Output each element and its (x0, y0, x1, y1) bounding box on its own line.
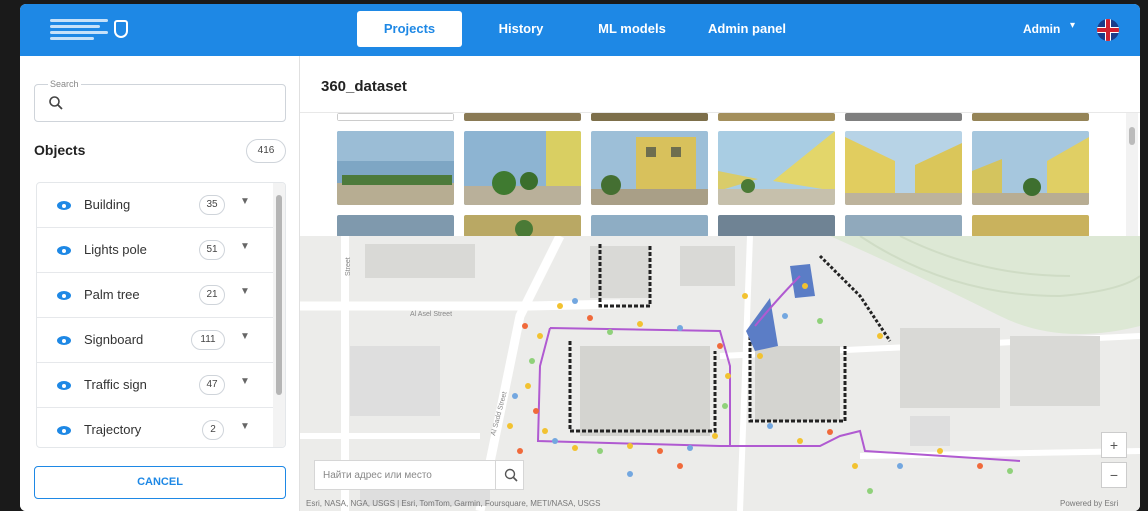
item-count: 47 (199, 375, 225, 395)
item-count: 21 (199, 285, 225, 305)
search-input[interactable] (34, 84, 286, 122)
objects-total-badge: 416 (246, 139, 286, 163)
page-title: 360_dataset (321, 78, 407, 95)
tab-history[interactable]: History (490, 11, 552, 47)
image-thumbnail[interactable] (718, 215, 835, 236)
eye-icon[interactable] (57, 381, 71, 390)
zoom-out-button[interactable]: − (1101, 462, 1127, 488)
item-label: Building (84, 197, 131, 212)
map-search-input[interactable]: Найти адрес или место (314, 460, 524, 490)
list-item-signboard[interactable]: Signboard 111 ▼ (37, 318, 273, 363)
image-thumbnail[interactable] (718, 113, 835, 121)
list-item-trajectory[interactable]: Trajectory 2 ▼ (37, 408, 273, 447)
chevron-down-icon[interactable]: ▼ (240, 376, 250, 387)
tab-ml-models[interactable]: ML models (592, 11, 672, 47)
cancel-button[interactable]: CANCEL (34, 466, 286, 499)
list-item-lights-pole[interactable]: Lights pole 51 ▼ (37, 228, 273, 273)
image-gallery (300, 112, 1140, 236)
item-count: 2 (202, 420, 224, 440)
image-thumbnail[interactable] (845, 215, 962, 236)
chevron-down-icon[interactable]: ▼ (240, 241, 250, 252)
list-scrollbar[interactable] (273, 183, 285, 447)
map-search-button[interactable] (495, 461, 525, 489)
image-thumbnail[interactable] (591, 131, 708, 205)
image-thumbnail[interactable] (337, 215, 454, 236)
item-label: Traffic sign (84, 377, 147, 392)
image-thumbnail[interactable] (591, 215, 708, 236)
scrollbar-thumb[interactable] (276, 195, 282, 395)
tab-admin-panel[interactable]: Admin panel (703, 11, 791, 47)
image-thumbnail[interactable] (464, 131, 581, 205)
list-item-traffic-sign[interactable]: Traffic sign 47 ▼ (37, 363, 273, 408)
list-item-building[interactable]: Building 35 ▼ (37, 183, 273, 228)
chevron-down-icon[interactable]: ▼ (240, 286, 250, 297)
gallery-scrollbar[interactable] (1126, 113, 1138, 236)
eye-icon[interactable] (57, 426, 71, 435)
street-label: Street (345, 257, 352, 276)
eye-icon[interactable] (57, 246, 71, 255)
search-icon (49, 96, 63, 110)
eye-icon[interactable] (57, 336, 71, 345)
user-menu[interactable]: Admin (1023, 22, 1060, 36)
eye-icon[interactable] (57, 201, 71, 210)
image-thumbnail[interactable] (337, 113, 454, 121)
powered-by-esri[interactable]: Powered by Esri (1060, 499, 1118, 508)
university-logo[interactable] (50, 14, 136, 44)
item-count: 35 (199, 195, 225, 215)
street-label-al-asel: Al Asel Street (410, 311, 452, 318)
top-navigation-bar: Projects History ML models Admin panel A… (20, 4, 1140, 56)
objects-heading: Objects (34, 142, 86, 158)
item-label: Trajectory (84, 422, 142, 437)
image-thumbnail[interactable] (972, 131, 1089, 205)
item-label: Lights pole (84, 242, 147, 257)
search-icon (504, 468, 518, 482)
objects-sidebar: Search Objects 416 Building 35 ▼ Lights … (20, 56, 300, 511)
eye-icon[interactable] (57, 291, 71, 300)
chevron-down-icon[interactable]: ▼ (240, 331, 250, 342)
tab-projects[interactable]: Projects (357, 11, 462, 47)
map-view[interactable]: Al Asel Street Street Al Sadd Street + −… (300, 236, 1140, 511)
image-thumbnail[interactable] (718, 131, 835, 205)
scrollbar-thumb[interactable] (1129, 127, 1135, 145)
image-thumbnail[interactable] (972, 215, 1089, 236)
search-label: Search (48, 79, 81, 89)
map-search-placeholder: Найти адрес или место (323, 470, 432, 481)
image-thumbnail[interactable] (845, 113, 962, 121)
image-thumbnail[interactable] (591, 113, 708, 121)
chevron-down-icon[interactable]: ▼ (240, 196, 250, 207)
image-thumbnail[interactable] (464, 215, 581, 236)
map-attribution[interactable]: Esri, NASA, NGA, USGS | Esri, TomTom, Ga… (306, 499, 600, 508)
item-count: 111 (191, 330, 225, 350)
objects-list: Building 35 ▼ Lights pole 51 ▼ Palm tree… (36, 182, 286, 448)
app-window: Projects History ML models Admin panel A… (20, 4, 1140, 511)
image-thumbnail[interactable] (845, 131, 962, 205)
list-item-palm-tree[interactable]: Palm tree 21 ▼ (37, 273, 273, 318)
image-thumbnail[interactable] (972, 113, 1089, 121)
uk-flag-icon[interactable] (1097, 19, 1119, 41)
chevron-down-icon[interactable]: ▾ (1070, 20, 1075, 31)
zoom-in-button[interactable]: + (1101, 432, 1127, 458)
item-label: Signboard (84, 332, 144, 347)
main-panel: 360_dataset Al Asel Street Street Al Sad… (300, 56, 1140, 511)
crest-icon (114, 20, 128, 38)
image-thumbnail[interactable] (337, 131, 454, 205)
image-thumbnail[interactable] (464, 113, 581, 121)
item-count: 51 (199, 240, 225, 260)
chevron-down-icon[interactable]: ▼ (240, 421, 250, 432)
item-label: Palm tree (84, 287, 140, 302)
